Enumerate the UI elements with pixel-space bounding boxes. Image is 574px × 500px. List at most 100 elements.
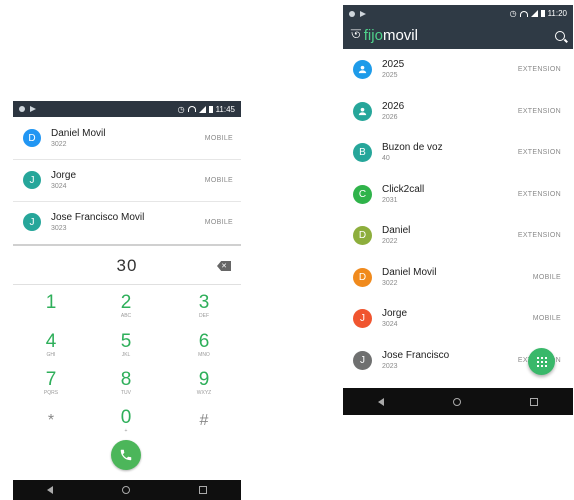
dial-key-5[interactable]: 5 JKL bbox=[106, 332, 146, 359]
contact-row[interactable]: 2025 2025 EXTENSION bbox=[343, 49, 573, 91]
contact-name: Jorge bbox=[382, 308, 408, 320]
contact-name: Buzon de voz bbox=[382, 142, 443, 154]
contact-row[interactable]: D Daniel Movil 3022 MOBILE bbox=[343, 257, 573, 299]
status-bar: ◷ 11:45 bbox=[13, 101, 241, 117]
contact-type: MOBILE bbox=[204, 176, 233, 184]
contact-name: Jorge bbox=[51, 169, 77, 181]
contact-row[interactable]: C Click2call 2031 EXTENSION bbox=[343, 174, 573, 216]
contact-name: Click2call bbox=[382, 183, 425, 195]
signal-icon bbox=[198, 105, 206, 113]
wifi-icon bbox=[187, 106, 196, 112]
contact-number: 2022 bbox=[382, 238, 398, 246]
app-logo: ত fijo movil bbox=[351, 26, 418, 44]
navigation-bar bbox=[13, 480, 241, 500]
wifi-icon bbox=[519, 10, 528, 17]
contact-number: 3022 bbox=[382, 279, 398, 287]
phone-icon bbox=[120, 449, 132, 461]
contacts-screen: ◷ 11:20 ত fijo movil 2025 2025 EXTENSION 202… bbox=[343, 5, 573, 415]
contact-row[interactable]: J Jose Francisco Movil 3023 MOBILE bbox=[13, 201, 241, 243]
contact-type: EXTENSION bbox=[517, 190, 561, 198]
avatar: D bbox=[353, 267, 372, 287]
contact-number: 2023 bbox=[382, 362, 398, 370]
contact-row[interactable]: 2026 2026 EXTENSION bbox=[343, 91, 573, 133]
dial-key-7[interactable]: 7 PQRS bbox=[31, 370, 71, 397]
avatar: D bbox=[353, 226, 372, 246]
notification-icon bbox=[19, 106, 25, 112]
back-icon[interactable] bbox=[377, 397, 384, 406]
back-icon[interactable] bbox=[47, 486, 54, 494]
contact-name: Daniel Movil bbox=[51, 127, 106, 139]
play-icon bbox=[360, 10, 366, 17]
dial-key-9[interactable]: 9 WXYZ bbox=[184, 370, 224, 397]
contact-number: 3022 bbox=[51, 140, 67, 148]
dial-key-3[interactable]: 3 DEF bbox=[184, 293, 224, 320]
alarm-icon: ◷ bbox=[177, 104, 185, 114]
status-time: 11:20 bbox=[547, 9, 567, 18]
battery-icon bbox=[208, 105, 213, 113]
contact-row[interactable]: D Daniel 2022 EXTENSION bbox=[343, 215, 573, 257]
home-icon[interactable] bbox=[452, 397, 461, 406]
divider bbox=[13, 244, 241, 246]
recents-icon[interactable] bbox=[198, 486, 207, 494]
contact-row[interactable]: B Buzon de voz 40 EXTENSION bbox=[343, 132, 573, 174]
dial-key-8[interactable]: 8 TUV bbox=[106, 370, 146, 397]
contact-name: Jose Francisco bbox=[382, 349, 450, 361]
dial-key-1[interactable]: 1 bbox=[31, 293, 71, 319]
contact-number: 2031 bbox=[382, 196, 398, 204]
battery-icon bbox=[540, 10, 545, 17]
person-icon bbox=[353, 60, 372, 80]
person-icon bbox=[353, 101, 372, 121]
contact-type: MOBILE bbox=[204, 134, 233, 142]
dial-key-4[interactable]: 4 GHI bbox=[31, 332, 71, 359]
contact-type: MOBILE bbox=[532, 315, 561, 323]
alarm-icon: ◷ bbox=[509, 9, 517, 18]
contact-row[interactable]: J Jorge 3024 MOBILE bbox=[13, 159, 241, 201]
dial-key-star[interactable]: * bbox=[31, 411, 71, 437]
contact-type: MOBILE bbox=[204, 218, 233, 226]
avatar: J bbox=[23, 213, 41, 231]
contact-name: Jose Francisco Movil bbox=[51, 211, 145, 223]
call-button[interactable] bbox=[111, 440, 141, 470]
contact-type: EXTENSION bbox=[517, 149, 561, 157]
dialpad-button[interactable] bbox=[528, 348, 555, 375]
contact-type: MOBILE bbox=[532, 273, 561, 281]
avatar: J bbox=[353, 350, 372, 370]
play-icon bbox=[30, 106, 36, 112]
contact-number: 3024 bbox=[382, 321, 398, 329]
contact-number: 2026 bbox=[382, 113, 398, 121]
dial-key-6[interactable]: 6 MNO bbox=[184, 332, 224, 359]
navigation-bar bbox=[343, 388, 573, 415]
contact-number: 3023 bbox=[51, 224, 67, 232]
contact-row[interactable]: D Daniel Movil 3022 MOBILE bbox=[13, 117, 241, 159]
avatar: J bbox=[353, 309, 372, 329]
home-icon[interactable] bbox=[121, 486, 130, 494]
app-bar: ত fijo movil bbox=[343, 22, 573, 49]
contact-name: Daniel Movil bbox=[382, 266, 437, 278]
contact-type: EXTENSION bbox=[517, 66, 561, 74]
status-time: 11:45 bbox=[215, 104, 235, 114]
signal-icon bbox=[530, 10, 538, 17]
dial-input[interactable]: 30 ✕ bbox=[13, 248, 241, 284]
backspace-icon[interactable]: ✕ bbox=[217, 261, 231, 271]
dial-key-0[interactable]: 0 + bbox=[106, 408, 146, 435]
avatar: B bbox=[353, 143, 372, 163]
contact-type: EXTENSION bbox=[517, 107, 561, 115]
dial-key-2[interactable]: 2 ABC bbox=[106, 293, 146, 320]
recents-icon[interactable] bbox=[530, 397, 539, 406]
avatar: C bbox=[353, 184, 372, 204]
dial-value: 30 bbox=[116, 256, 138, 275]
contact-type: EXTENSION bbox=[517, 232, 561, 240]
avatar: J bbox=[23, 171, 41, 189]
divider bbox=[13, 284, 241, 285]
contact-name: Daniel bbox=[382, 225, 411, 237]
contact-number: 40 bbox=[382, 155, 390, 163]
logo-icon: ত bbox=[351, 26, 361, 41]
contact-number: 2025 bbox=[382, 72, 398, 80]
avatar: D bbox=[23, 129, 41, 147]
search-icon[interactable] bbox=[555, 30, 565, 41]
dialer-screen: ◷ 11:45 D Daniel Movil 3022 MOBILE J Jor… bbox=[13, 101, 241, 500]
contact-row[interactable]: J Jorge 3024 MOBILE bbox=[343, 298, 573, 340]
contact-name: 2025 bbox=[382, 59, 405, 71]
notification-icon bbox=[349, 10, 355, 17]
dial-key-hash[interactable]: # bbox=[184, 411, 224, 437]
